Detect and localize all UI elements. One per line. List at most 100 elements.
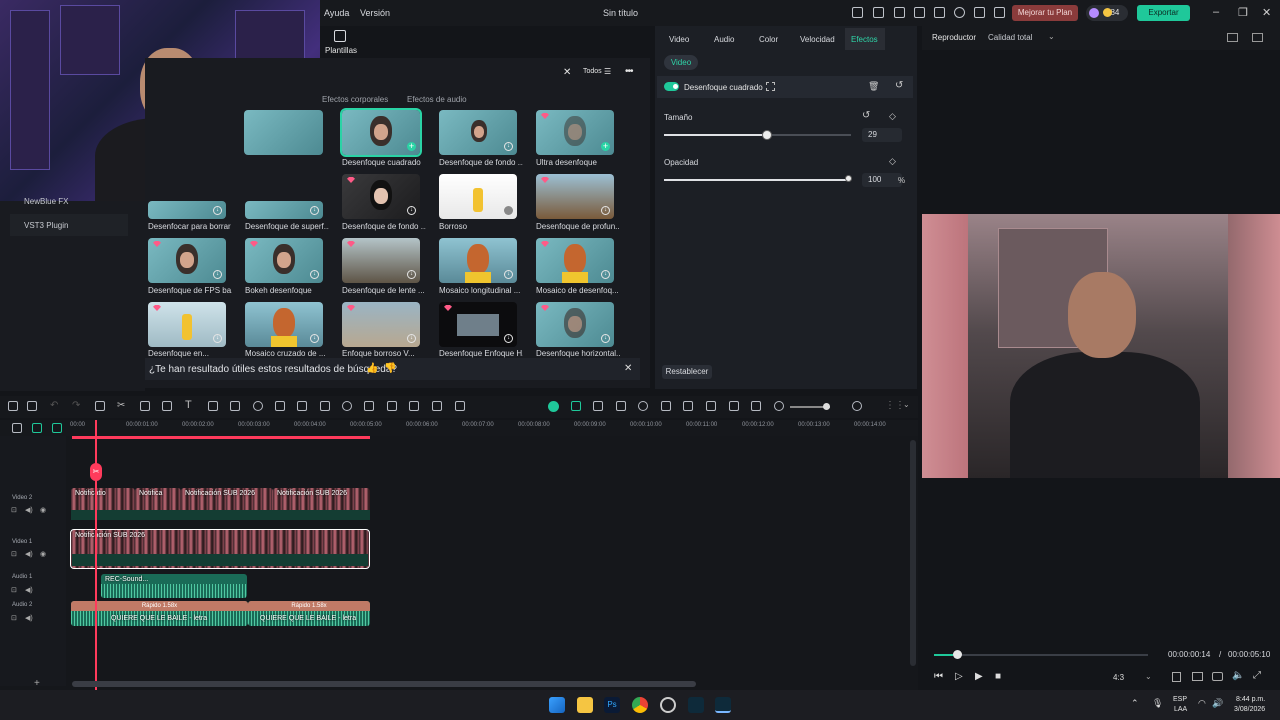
send-icon[interactable] — [873, 7, 884, 18]
zoom-clip-icon[interactable] — [253, 401, 263, 411]
close-feedback-icon[interactable]: ✕ — [624, 363, 632, 374]
eye-icon[interactable]: ◉ — [40, 550, 46, 558]
chevron-down-icon[interactable]: ⌄ — [903, 400, 910, 409]
chrome-icon[interactable] — [632, 697, 648, 713]
vertical-scrollbar[interactable] — [910, 440, 916, 666]
menu-help[interactable]: Ayuda — [324, 8, 349, 18]
avatar[interactable] — [1089, 8, 1099, 18]
effect-thumb[interactable]: ↓ — [245, 201, 323, 219]
clear-search-icon[interactable]: ✕ — [563, 67, 571, 78]
file-explorer-icon[interactable] — [577, 697, 593, 713]
select-tool-icon[interactable] — [27, 401, 37, 411]
effect-thumb[interactable]: ↓ — [342, 174, 420, 219]
opacity-slider-knob[interactable] — [845, 175, 852, 182]
app-icon[interactable] — [660, 697, 676, 713]
render-preview-icon[interactable] — [593, 401, 603, 411]
effect-thumb[interactable]: ↓ — [439, 302, 517, 347]
effect-thumb-square-blur[interactable]: + — [340, 108, 422, 157]
effect-thumb[interactable]: ↓ — [342, 302, 420, 347]
add-icon[interactable]: + — [34, 678, 40, 689]
add-keyframe-icon[interactable]: ◇ — [889, 111, 896, 122]
tab-audio[interactable]: Audio — [714, 35, 734, 44]
speed-icon[interactable] — [342, 401, 352, 411]
tab-speed[interactable]: Velocidad — [800, 35, 835, 44]
effect-thumb[interactable]: ↓ — [439, 110, 517, 155]
effect-thumb[interactable]: ↓ — [342, 238, 420, 283]
zoom-in-icon[interactable] — [852, 401, 862, 411]
stabilize-icon[interactable] — [364, 401, 374, 411]
color-icon[interactable] — [275, 401, 285, 411]
camera-icon[interactable] — [1212, 672, 1223, 681]
play-icon[interactable]: ▶ — [975, 671, 983, 682]
effect-thumb[interactable]: ↓ — [148, 302, 226, 347]
render-icon[interactable] — [1172, 672, 1181, 682]
display-icon[interactable] — [1192, 672, 1203, 681]
opacity-value-field[interactable]: 100 — [862, 173, 902, 187]
shape-icon[interactable] — [208, 401, 218, 411]
replace-icon[interactable] — [729, 401, 739, 411]
size-slider-knob[interactable] — [762, 130, 773, 140]
mute-icon[interactable]: ◀) — [25, 614, 33, 622]
snap-toggle-icon[interactable] — [548, 401, 559, 412]
mixer-icon[interactable] — [706, 401, 716, 411]
aspect-ratio[interactable]: 4:3 — [1113, 673, 1124, 682]
tab-effects[interactable]: Efectos — [851, 35, 878, 44]
upgrade-button[interactable]: Mejorar tu Plan — [1012, 5, 1078, 21]
clip-audio2[interactable]: Rápido 1.58x QUIERE QUE LE BAILE - letra — [248, 601, 370, 626]
delete-icon[interactable]: 🗑 — [868, 81, 879, 92]
reset-effect-icon[interactable]: ↺ — [895, 80, 903, 91]
magnet-icon[interactable] — [571, 401, 581, 411]
thumbs-up-icon[interactable]: 👍 — [366, 363, 378, 374]
wifi-icon[interactable]: ◠ — [1198, 698, 1206, 709]
playhead[interactable] — [95, 420, 97, 690]
templates-button[interactable]: Plantillas — [320, 26, 360, 60]
effect-thumb[interactable]: ↓ — [536, 174, 614, 219]
layout-icon[interactable] — [914, 7, 925, 18]
ai-icon[interactable] — [297, 401, 307, 411]
monitor-icon[interactable] — [894, 7, 905, 18]
size-value-field[interactable]: 29 — [862, 128, 902, 142]
tab-audio-effects[interactable]: Efectos de audio — [407, 95, 467, 104]
effect-thumb[interactable] — [439, 174, 517, 219]
microphone-icon[interactable] — [683, 401, 693, 411]
split-icon[interactable]: ✂ — [117, 400, 125, 411]
sidebar-item-vst3[interactable]: VST3 Plugin — [24, 221, 68, 230]
mic-icon[interactable]: 🎙 — [1152, 698, 1163, 709]
language-layout[interactable]: LAA — [1174, 706, 1187, 713]
curve-icon[interactable] — [162, 401, 172, 411]
horizontal-scrollbar[interactable] — [72, 681, 696, 687]
prev-frame-icon[interactable]: ⏮ — [934, 671, 943, 682]
add-keyframe-icon[interactable]: ◇ — [889, 156, 896, 167]
clip-audio1[interactable]: REC-Sound... — [101, 574, 247, 598]
tag-icon[interactable] — [387, 401, 397, 411]
tab-video[interactable]: Video — [669, 35, 689, 44]
volume-icon[interactable]: 🔈 — [1232, 670, 1244, 681]
lock-icon[interactable]: ⊡ — [11, 506, 17, 514]
filmora-active-icon[interactable] — [715, 697, 731, 713]
sidebar-item-newblue[interactable]: NewBlue FX — [24, 197, 68, 206]
layout-icon[interactable] — [8, 401, 18, 411]
lock-icon[interactable]: ⊡ — [11, 614, 17, 622]
close-window-icon[interactable]: ✕ — [1262, 6, 1271, 19]
quality-dropdown[interactable]: Calidad total — [988, 33, 1032, 42]
filmora-icon[interactable] — [688, 697, 704, 713]
group-icon[interactable] — [409, 401, 419, 411]
settings-icon[interactable] — [974, 7, 985, 18]
zoom-slider-knob[interactable] — [823, 403, 830, 410]
filter-icon[interactable]: ☰ — [604, 67, 611, 76]
grid-icon[interactable] — [1227, 33, 1238, 42]
image-icon[interactable] — [320, 401, 330, 411]
tab-color[interactable]: Color — [759, 35, 778, 44]
stop-icon[interactable]: ■ — [995, 671, 1001, 682]
work-area-range[interactable] — [72, 436, 370, 439]
fullscreen-icon[interactable]: ⤢ — [1253, 670, 1261, 681]
clip-audio2[interactable]: Rápido 1.58x QUIERE QUE LE BAILE - letra — [71, 601, 248, 626]
clock-date[interactable]: 3/08/2026 — [1234, 706, 1265, 713]
thumbs-down-icon[interactable]: 👎 — [384, 363, 396, 374]
playhead-scissors-icon[interactable]: ✂ — [90, 463, 102, 481]
effect-thumb[interactable]: ↓ — [148, 201, 226, 219]
save-icon[interactable] — [934, 7, 945, 18]
tab-body-effects[interactable]: Efectos corporales — [322, 95, 388, 104]
play-back-icon[interactable]: ▷ — [955, 671, 963, 682]
auto-highlight-icon[interactable] — [616, 401, 626, 411]
